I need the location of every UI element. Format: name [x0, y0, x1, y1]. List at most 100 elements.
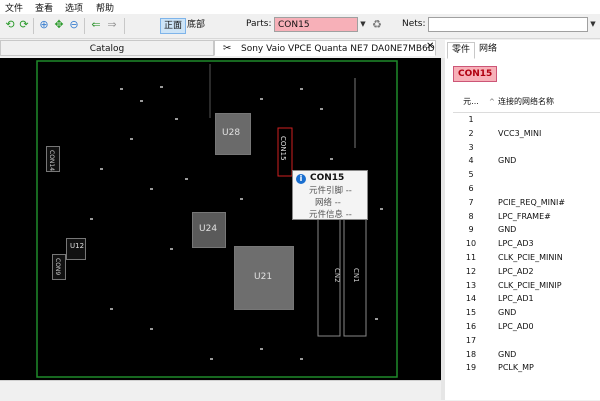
- component-pad: [140, 100, 143, 102]
- table-row[interactable]: 14 LPC_AD1: [453, 292, 600, 306]
- net-name-cell: LPC_AD1: [498, 294, 534, 304]
- pin-number-cell: 10: [465, 239, 477, 249]
- component-pad: [160, 86, 163, 88]
- chevron-down-icon[interactable]: ▼: [358, 17, 368, 32]
- tab-board[interactable]: ✂ Sony Vaio VPCE Quanta NE7 DA0NE7MB6D..…: [214, 40, 436, 56]
- table-row[interactable]: 2 VCC3_MINI: [453, 127, 600, 141]
- component-pad: [150, 188, 153, 190]
- net-name-cell: GND: [498, 308, 517, 318]
- parts-combobox[interactable]: CON15: [274, 17, 358, 32]
- table-row[interactable]: 17: [453, 334, 600, 348]
- net-name-cell: LPC_FRAME#: [498, 211, 551, 221]
- pin-number-cell: 4: [468, 156, 474, 166]
- component-pad: [120, 88, 123, 90]
- tooltip-title: CON15: [310, 173, 345, 183]
- filter-clear-icon[interactable]: ♻: [371, 19, 383, 31]
- net-name-cell: VCC3_MINI: [498, 128, 542, 138]
- toolbar-divider: [33, 18, 34, 34]
- component-pad: [210, 358, 213, 360]
- zoom-in-icon[interactable]: ⊕: [38, 19, 50, 31]
- pin-number-cell: 6: [468, 183, 474, 193]
- forward-arrow-icon[interactable]: ⇒: [106, 19, 118, 31]
- column-header-net[interactable]: 连接的网络名称: [498, 92, 554, 112]
- tooltip-net-line: 网络 --: [315, 198, 341, 208]
- table-row[interactable]: 9 GND: [453, 223, 600, 237]
- nets-combobox[interactable]: [428, 17, 588, 32]
- rotate-left-icon[interactable]: ⟲: [4, 19, 16, 31]
- table-row[interactable]: 19 PCLK_MP: [453, 361, 600, 375]
- pin-number-cell: 18: [465, 349, 477, 359]
- part-tooltip: i CON15 元件引脚 -- 网络 -- 元件信息 --: [292, 170, 368, 220]
- component-pad: [300, 358, 303, 360]
- component-pad: [90, 218, 93, 220]
- chip-label-u21: U21: [254, 272, 273, 282]
- tooltip-info-line: 元件信息 --: [309, 210, 352, 220]
- close-icon[interactable]: ✕: [426, 41, 434, 52]
- net-name-cell: GND: [498, 156, 517, 166]
- menu-help[interactable]: 帮助: [96, 1, 114, 14]
- table-row[interactable]: 5: [453, 168, 600, 182]
- table-row[interactable]: 12 LPC_AD2: [453, 265, 600, 279]
- menu-bar: 文件 查看 选项 帮助: [0, 0, 600, 14]
- net-name-cell: CLK_PCIE_MINIP: [498, 280, 562, 290]
- connector-label-con14: CON14: [48, 150, 55, 172]
- pin-number-cell: 19: [465, 363, 477, 373]
- component-pad: [150, 328, 153, 330]
- menu-file[interactable]: 文件: [5, 1, 23, 14]
- column-header-pin[interactable]: 元...: [453, 92, 489, 112]
- connector-label-con15: CON15: [279, 136, 287, 161]
- table-row[interactable]: 8 LPC_FRAME#: [453, 210, 600, 224]
- selected-part-badge: CON15: [453, 66, 498, 82]
- pin-number-cell: 1: [468, 115, 474, 124]
- component-pad: [260, 98, 263, 100]
- table-row[interactable]: 3: [453, 141, 600, 155]
- component-pad: [260, 348, 263, 350]
- table-row[interactable]: 1: [453, 113, 600, 127]
- tab-bottom-side[interactable]: 底部: [184, 18, 208, 32]
- table-row[interactable]: 16 LPC_AD0: [453, 320, 600, 334]
- tab-board-label: Sony Vaio VPCE Quanta NE7 DA0NE7MB6D...: [241, 44, 436, 54]
- tab-top-side[interactable]: 正面: [160, 18, 187, 34]
- net-name-cell: PCIE_REQ_MINI#: [498, 197, 566, 207]
- chip-label-u28: U28: [222, 128, 241, 138]
- connector-label-cn2: CN2: [333, 268, 341, 283]
- tab-catalog-label: Catalog: [89, 44, 125, 54]
- back-arrow-icon[interactable]: ⇐: [90, 19, 102, 31]
- tab-nets[interactable]: 网络: [475, 42, 501, 57]
- table-row[interactable]: 6: [453, 182, 600, 196]
- tab-parts[interactable]: 零件: [447, 42, 476, 59]
- tab-catalog[interactable]: Catalog: [0, 40, 214, 56]
- net-name-cell: GND: [498, 349, 517, 359]
- pin-number-cell: 9: [468, 225, 474, 235]
- tooltip-pin-line: 元件引脚 --: [309, 186, 352, 196]
- pin-number-cell: 13: [465, 280, 477, 290]
- chevron-down-icon[interactable]: ▼: [588, 17, 598, 32]
- table-row[interactable]: 13 CLK_PCIE_MINIP: [453, 279, 600, 293]
- table-row[interactable]: 18 GND: [453, 348, 600, 362]
- table-row[interactable]: 11 CLK_PCIE_MININ: [453, 251, 600, 265]
- rotate-right-icon[interactable]: ⟳: [18, 19, 30, 31]
- component-pad: [130, 138, 133, 140]
- pin-number-cell: 15: [465, 308, 477, 318]
- table-row[interactable]: 7 PCIE_REQ_MINI#: [453, 196, 600, 210]
- net-name-cell: CLK_PCIE_MININ: [498, 252, 563, 262]
- toolbar: ⟲ ⟳ ⊕ ✥ ⊖ ⇐ ⇒ 正面 底部 Parts: CON15 ▼ ♻ Net…: [0, 14, 600, 39]
- component-pad: [330, 158, 333, 160]
- component-pad: [110, 308, 113, 310]
- menu-options[interactable]: 选项: [65, 1, 83, 14]
- pin-number-cell: 8: [468, 211, 474, 221]
- pin-icon[interactable]: ✂: [223, 41, 231, 55]
- table-row[interactable]: 15 GND: [453, 306, 600, 320]
- zoom-out-icon[interactable]: ⊖: [68, 19, 80, 31]
- net-name-cell: PCLK_MP: [498, 363, 534, 373]
- sort-arrow-icon: ^: [489, 98, 495, 106]
- component-pad: [375, 318, 378, 320]
- nets-label: Nets:: [402, 19, 426, 29]
- fit-icon[interactable]: ✥: [53, 19, 65, 31]
- component-pad: [240, 198, 243, 200]
- menu-view[interactable]: 查看: [35, 1, 53, 14]
- table-row[interactable]: 4 GND: [453, 154, 600, 168]
- table-row[interactable]: 10 LPC_AD3: [453, 237, 600, 251]
- component-pad: [100, 168, 103, 170]
- board-canvas[interactable]: U28 U24 U21 CN2 CN1 CON15 U12 CON14 CON9: [0, 58, 441, 380]
